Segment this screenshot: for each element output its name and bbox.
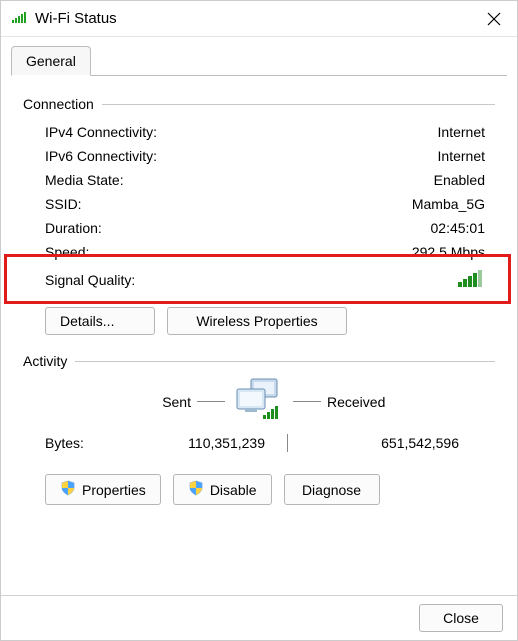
ipv4-row: IPv4 Connectivity: Internet [23, 120, 495, 144]
ipv6-label: IPv6 Connectivity: [45, 148, 235, 164]
shield-icon [60, 480, 76, 499]
properties-button[interactable]: Properties [45, 474, 161, 505]
details-button[interactable]: Details... [45, 307, 155, 335]
ipv4-label: IPv4 Connectivity: [45, 124, 235, 140]
bytes-separator [265, 434, 309, 452]
dash-line [293, 401, 321, 402]
divider-line [102, 104, 495, 105]
wifi-icon [11, 10, 27, 27]
ipv4-value: Internet [235, 124, 495, 140]
bytes-sent: 110,351,239 [115, 435, 265, 451]
tab-general[interactable]: General [11, 46, 91, 76]
activity-heading: Activity [23, 353, 495, 369]
footer: Close [1, 595, 517, 640]
media-row: Media State: Enabled [23, 168, 495, 192]
connection-heading: Connection [23, 96, 495, 112]
received-label: Received [327, 394, 447, 410]
speed-label: Speed: [45, 244, 235, 260]
ssid-value: Mamba_5G [235, 196, 495, 212]
content-area: Connection IPv4 Connectivity: Internet I… [1, 76, 517, 515]
wireless-properties-button[interactable]: Wireless Properties [167, 307, 347, 335]
titlebar: Wi-Fi Status [1, 1, 517, 37]
dash-line [197, 401, 225, 402]
duration-value: 02:45:01 [235, 220, 495, 236]
shield-icon [188, 480, 204, 499]
tab-row: General [1, 37, 517, 75]
window-title: Wi-Fi Status [35, 10, 471, 27]
bytes-label: Bytes: [45, 435, 115, 451]
speed-row: Speed: 292.5 Mbps [23, 240, 495, 264]
ssid-label: SSID: [45, 196, 235, 212]
close-icon [487, 12, 501, 26]
media-label: Media State: [45, 172, 235, 188]
diagnose-button[interactable]: Diagnose [284, 474, 380, 505]
duration-row: Duration: 02:45:01 [23, 216, 495, 240]
signal-row: Signal Quality: [23, 264, 495, 295]
ipv6-row: IPv6 Connectivity: Internet [23, 144, 495, 168]
divider-line [75, 361, 495, 362]
disable-label: Disable [210, 482, 257, 498]
computers-icon [231, 377, 287, 426]
media-value: Enabled [235, 172, 495, 188]
signal-value [235, 268, 495, 291]
disable-button[interactable]: Disable [173, 474, 272, 505]
bytes-row: Bytes: 110,351,239 651,542,596 [23, 428, 495, 460]
speed-value: 292.5 Mbps [235, 244, 495, 260]
signal-bars-icon [457, 268, 485, 288]
activity-graphic-row: Sent Received [23, 377, 495, 426]
ssid-row: SSID: Mamba_5G [23, 192, 495, 216]
bytes-received: 651,542,596 [309, 435, 459, 451]
ipv6-value: Internet [235, 148, 495, 164]
close-footer-button[interactable]: Close [419, 604, 503, 632]
signal-label: Signal Quality: [45, 272, 235, 288]
action-buttons: Properties Disable Diagnose [23, 460, 495, 515]
duration-label: Duration: [45, 220, 235, 236]
close-button[interactable] [471, 1, 517, 37]
sent-label: Sent [71, 394, 191, 410]
connection-buttons: Details... Wireless Properties [23, 295, 495, 341]
properties-label: Properties [82, 482, 146, 498]
connection-heading-label: Connection [23, 96, 94, 112]
activity-heading-label: Activity [23, 353, 67, 369]
